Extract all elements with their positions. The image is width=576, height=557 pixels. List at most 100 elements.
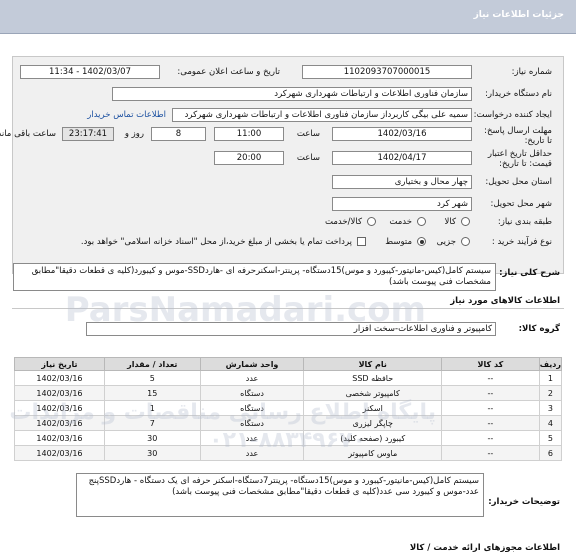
table-row: 3 -- اسکنر دستگاه 1 1402/03/16: [14, 400, 563, 416]
announce-datetime-label: تاریخ و ساعت اعلان عمومی:: [177, 67, 280, 77]
cell-date: 1402/03/16: [14, 430, 105, 446]
creator-label: ایجاد کننده درخواست:: [473, 110, 552, 120]
time-left-field: 23:17:41: [62, 127, 114, 141]
general-desc-box: سیستم کامل(کیس-مانیتور-کیبورد و موس)15دس…: [13, 263, 496, 291]
announce-datetime-field: 1402/03/07 - 11:34: [20, 65, 160, 79]
cell-qty: 1: [103, 400, 201, 416]
cell-unit: دستگاه: [199, 415, 305, 431]
cell-row-no: 1: [538, 370, 563, 386]
col-header-qty: تعداد / مقدار: [103, 357, 201, 371]
buyer-org-field: سازمان فناوری اطلاعات و ارتباطات شهرداری…: [112, 87, 472, 101]
cell-date: 1402/03/16: [14, 415, 105, 431]
col-header-name: نام کالا: [303, 357, 443, 371]
cell-qty: 5: [103, 370, 201, 386]
category-option-service: خدمت: [389, 217, 412, 227]
validity-date-field: 1402/04/17: [332, 151, 472, 165]
cell-code: --: [441, 370, 540, 386]
cell-qty: 15: [103, 385, 201, 401]
reply-date-field: 1402/03/16: [332, 127, 472, 141]
category-label: طبقه بندی نیاز:: [497, 217, 552, 227]
col-header-date: تاریخ نیاز: [14, 357, 105, 371]
city-field: شهر کرد: [332, 197, 472, 211]
cell-name: حافظه SSD: [303, 370, 443, 386]
reply-hour-field: 11:00: [214, 127, 284, 141]
page-title: جزئیات اطلاعات نیاز: [473, 10, 564, 20]
cell-qty: 7: [103, 415, 201, 431]
table-row: 1 -- حافظه SSD عدد 5 1402/03/16: [14, 370, 563, 386]
goods-group-field: کامپیوتر و فناوری اطلاعات-سخت افزار: [86, 322, 496, 336]
reply-hour-label: ساعت: [296, 129, 320, 139]
purchase-option-minor: جزیی: [436, 237, 456, 247]
cell-qty: 30: [103, 430, 201, 446]
licenses-title: اطلاعات مجوزهای ارائه خدمت / کالا: [409, 543, 560, 553]
table-row: 6 -- ماوس کامپیوتر عدد 30 1402/03/16: [14, 445, 563, 461]
table-header-row: ردیف کد کالا نام کالا واحد شمارش تعداد /…: [14, 357, 563, 371]
cell-code: --: [441, 415, 540, 431]
col-header-row-no: ردیف: [538, 357, 563, 371]
contact-info-link[interactable]: اطلاعات تماس خریدار: [87, 110, 166, 120]
delivery-province-label: استان محل تحویل:: [485, 177, 552, 187]
category-radio-both[interactable]: [367, 217, 376, 226]
cell-row-no: 5: [538, 430, 563, 446]
payment-note: پرداخت تمام یا بخشی از مبلغ خرید،از محل …: [80, 237, 352, 247]
purchase-type-label: نوع فرآیند خرید :: [491, 237, 552, 247]
header-bar: جزئیات اطلاعات نیاز: [0, 0, 576, 34]
treasury-payment-checkbox[interactable]: [357, 237, 366, 246]
goods-group-label: گروه کالا:: [518, 324, 560, 334]
cell-row-no: 6: [538, 445, 563, 461]
cell-name: کیبورد (صفحه کلید): [303, 430, 443, 446]
cell-name: کامپیوتر شخصی: [303, 385, 443, 401]
cell-date: 1402/03/16: [14, 445, 105, 461]
cell-row-no: 3: [538, 400, 563, 416]
reply-deadline-label: مهلت ارسال پاسخ: تا تاریخ:: [484, 126, 552, 146]
category-option-goods: کالا: [444, 217, 456, 227]
cell-date: 1402/03/16: [14, 385, 105, 401]
col-header-unit: واحد شمارش: [199, 357, 305, 371]
cell-unit: دستگاه: [199, 385, 305, 401]
validity-hour-label: ساعت: [296, 153, 320, 163]
divider: [12, 308, 564, 309]
table-row: 4 -- چاپگر لیزری دستگاه 7 1402/03/16: [14, 415, 563, 431]
cell-unit: عدد: [199, 370, 305, 386]
cell-code: --: [441, 400, 540, 416]
creator-field: سمیه علی بیگی کاربرداز سازمان فناوری اطل…: [172, 108, 472, 122]
cell-date: 1402/03/16: [14, 400, 105, 416]
need-number-label: شماره نیاز:: [511, 67, 552, 77]
cell-code: --: [441, 445, 540, 461]
validity-hour-field: 20:00: [214, 151, 284, 165]
cell-name: ماوس کامپیوتر: [303, 445, 443, 461]
purchase-radio-minor[interactable]: [461, 237, 470, 246]
buyer-notes-box: سیستم کامل(کیس-مانیتور-کیبورد و موس)15دس…: [76, 473, 484, 517]
category-option-both: کالا/خدمت: [325, 217, 362, 227]
cell-unit: دستگاه: [199, 400, 305, 416]
buyer-notes-label: توضیحات خریدار:: [488, 497, 560, 507]
days-left-field: 8: [151, 127, 206, 141]
general-desc-label: شرح کلی نیاز:: [499, 268, 560, 278]
province-field: چهار محال و بختیاری: [332, 175, 472, 189]
cell-date: 1402/03/16: [14, 370, 105, 386]
table-row: 5 -- کیبورد (صفحه کلید) عدد 30 1402/03/16: [14, 430, 563, 446]
category-radio-goods[interactable]: [461, 217, 470, 226]
cell-name: چاپگر لیزری: [303, 415, 443, 431]
day-and-label: روز و: [124, 129, 144, 139]
cell-unit: عدد: [199, 445, 305, 461]
validity-label: حداقل تاریخ اعتبار قیمت: تا تاریخ:: [487, 149, 552, 169]
goods-info-title: اطلاعات کالاهای مورد نیاز: [450, 296, 560, 306]
cell-code: --: [441, 430, 540, 446]
delivery-city-label: شهر محل تحویل:: [490, 199, 552, 209]
cell-row-no: 2: [538, 385, 563, 401]
cell-row-no: 4: [538, 415, 563, 431]
cell-name: اسکنر: [303, 400, 443, 416]
purchase-radio-medium[interactable]: [417, 237, 426, 246]
remaining-label: ساعت باقی مانده: [0, 129, 56, 139]
cell-code: --: [441, 385, 540, 401]
need-number-field: 1102093707000015: [302, 65, 472, 79]
items-table: ردیف کد کالا نام کالا واحد شمارش تعداد /…: [14, 357, 563, 461]
col-header-code: کد کالا: [441, 357, 540, 371]
buyer-org-label: نام دستگاه خریدار:: [485, 89, 552, 99]
cell-qty: 30: [103, 445, 201, 461]
cell-unit: عدد: [199, 430, 305, 446]
purchase-option-medium: متوسط: [385, 237, 412, 247]
category-radio-service[interactable]: [417, 217, 426, 226]
table-row: 2 -- کامپیوتر شخصی دستگاه 15 1402/03/16: [14, 385, 563, 401]
